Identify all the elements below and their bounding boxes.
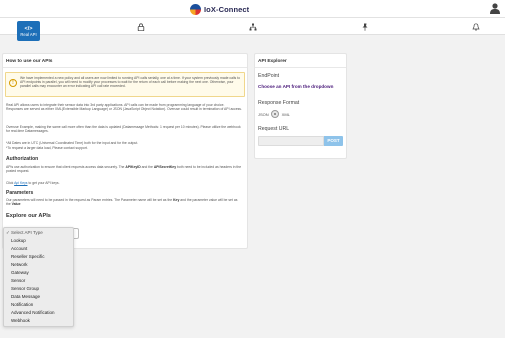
dropdown-option[interactable]: Account [4, 245, 75, 253]
auth-text: and the [140, 165, 154, 169]
brand-name: IoX-Connect [204, 4, 250, 14]
json-label: JSON [258, 111, 269, 117]
value-term: Value [11, 202, 21, 207]
network-icon[interactable] [249, 23, 257, 31]
endpoint-label: EndPoint [258, 73, 280, 79]
request-url-label: Request URL [258, 126, 290, 132]
nav-real-api-label: Real API [20, 31, 37, 37]
response-format-label: Response Format [258, 100, 300, 106]
overuse-paragraph: Overuse Example, making the same call mo… [6, 125, 241, 134]
intro-paragraph: Real API allows users to integrate their… [6, 103, 242, 112]
api-keys-text: to get your API keys. [27, 181, 60, 185]
api-type-dropdown[interactable]: ✓ Select API Type Lookup Account Reselle… [3, 227, 74, 327]
dropdown-option[interactable]: Gateway [4, 269, 75, 277]
response-format-toggle[interactable]: JSON XML [258, 110, 292, 118]
request-url-input[interactable] [258, 136, 324, 146]
dropdown-option[interactable]: Webhook [4, 317, 75, 325]
utc-note: *All Dates are in UTC (Universal Coordin… [6, 141, 139, 145]
explore-heading: Explore our APIs [6, 213, 51, 219]
api-explorer-title: API Explorer [258, 59, 287, 64]
divider [255, 67, 346, 68]
notice-text: We have implemented a new policy and all… [20, 76, 240, 89]
endpoint-value: Choose an API from the dropdown [258, 84, 334, 89]
user-account-icon[interactable] [490, 3, 500, 14]
top-bar: IoX-Connect [0, 0, 505, 18]
lock-icon[interactable] [137, 23, 145, 31]
nav-real-api[interactable]: </> Real API [17, 21, 40, 41]
api-keys-text: Click [6, 181, 15, 185]
brand-logo[interactable]: IoX-Connect [190, 2, 249, 16]
dropdown-option[interactable]: Data Message [4, 293, 75, 301]
parameters-heading: Parameters [6, 190, 34, 196]
logo-icon [190, 3, 201, 15]
dropdown-option[interactable]: Network [4, 261, 75, 269]
dropdown-option-placeholder[interactable]: ✓ Select API Type [4, 229, 75, 237]
pin-icon[interactable] [361, 23, 369, 31]
authorization-heading: Authorization [6, 156, 39, 162]
dropdown-option[interactable]: Notification [4, 301, 75, 309]
params-text: Our parameters will need to be passed in… [6, 198, 174, 202]
dropdown-option[interactable]: Sensor [4, 277, 75, 285]
dropdown-option[interactable]: Advanced Notification [4, 309, 75, 317]
xml-label: XML [281, 111, 290, 117]
dropdown-option[interactable]: Sensor Group [4, 285, 75, 293]
divider [3, 67, 247, 68]
parameters-paragraph: Our parameters will need to be passed in… [6, 198, 242, 207]
howto-title: How to use our APIs [6, 59, 53, 64]
apisecretkey-term: APISecretKey [153, 165, 177, 169]
api-keys-link[interactable]: Api Keys [14, 181, 27, 185]
policy-notice: ! We have implemented a new policy and a… [5, 72, 245, 97]
apikeyid-term: APIKeyID [125, 165, 141, 169]
support-note: *To request a larger data load, Please c… [6, 146, 88, 150]
api-keys-paragraph: Click Api Keys to get your API keys. [6, 181, 242, 185]
warning-icon: ! [9, 79, 17, 87]
authorization-paragraph: APIs use authorization to ensure that cl… [6, 165, 242, 174]
dropdown-option[interactable]: Reseller Specific [4, 253, 75, 261]
placeholder-label: Select API Type [11, 230, 43, 235]
post-button[interactable]: POST [324, 136, 343, 146]
dropdown-option[interactable]: Lookup [4, 237, 75, 245]
format-switch[interactable] [270, 110, 279, 118]
bell-icon[interactable] [472, 23, 480, 31]
